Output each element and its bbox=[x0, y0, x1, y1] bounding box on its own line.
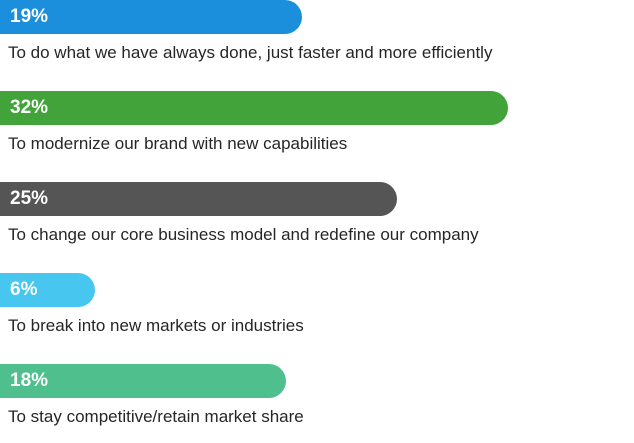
category-label: To stay competitive/retain market share bbox=[8, 407, 304, 426]
category-label: To break into new markets or industries bbox=[8, 316, 304, 335]
bar-chart: 19% To do what we have always done, just … bbox=[0, 0, 634, 443]
category-label: To modernize our brand with new capabili… bbox=[8, 134, 348, 153]
bar-value-label: 19% bbox=[10, 6, 49, 27]
bar-value-label: 18% bbox=[10, 370, 49, 391]
bar-value-label: 6% bbox=[10, 279, 38, 300]
bar bbox=[0, 91, 508, 125]
bar bbox=[0, 182, 397, 216]
category-label: To change our core business model and re… bbox=[8, 225, 479, 244]
bar-value-label: 32% bbox=[10, 97, 49, 118]
category-label: To do what we have always done, just fas… bbox=[8, 43, 493, 62]
bar-value-label: 25% bbox=[10, 188, 49, 209]
